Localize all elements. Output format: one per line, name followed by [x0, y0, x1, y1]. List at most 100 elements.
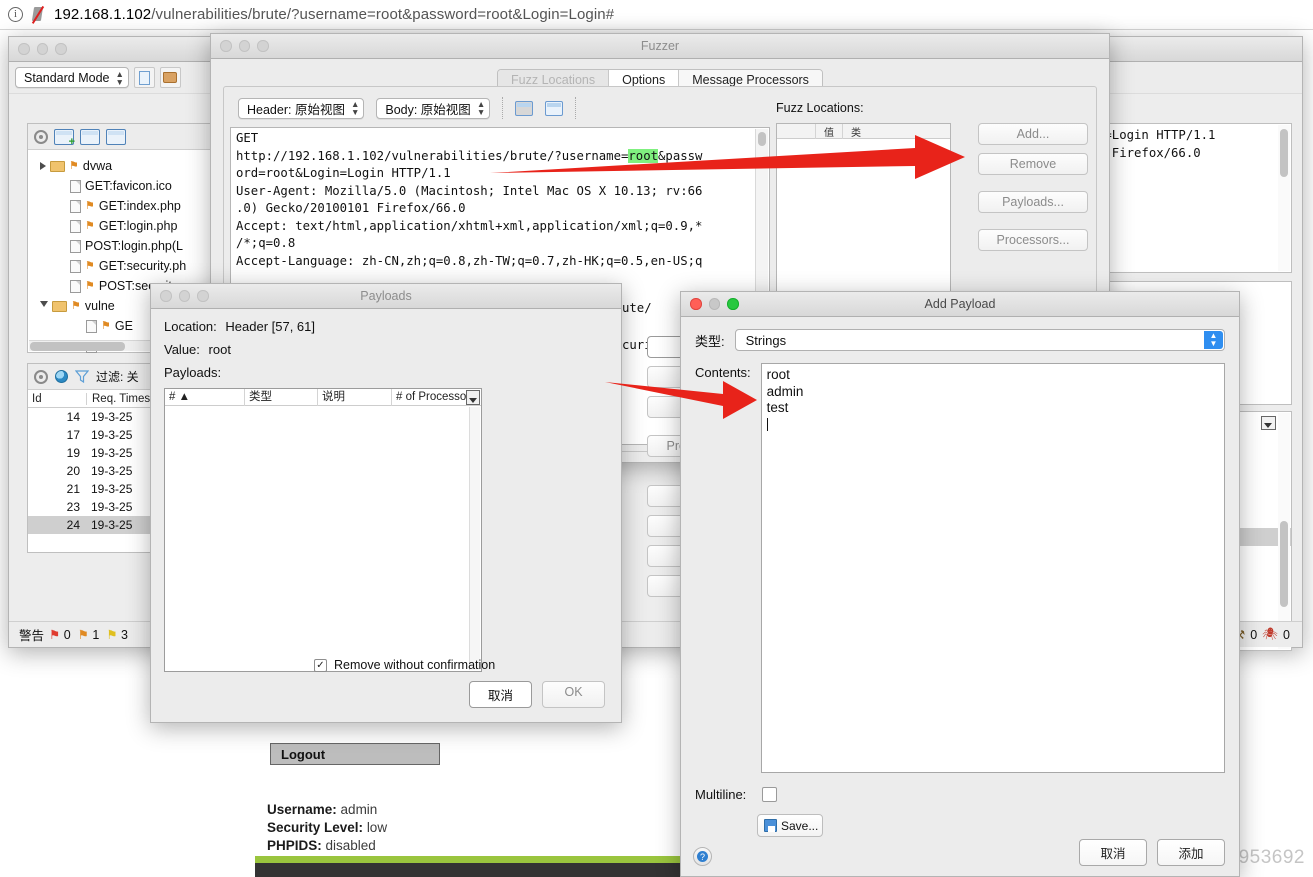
payloads-vscrollbar[interactable]: [469, 407, 480, 670]
close-button[interactable]: [690, 298, 702, 310]
url-domain: 192.168.1.102: [54, 6, 151, 23]
scroll-thumb[interactable]: [758, 132, 766, 146]
save-label: Save...: [781, 819, 818, 833]
add-button[interactable]: 添加: [1157, 839, 1225, 866]
payloads-table-header: # ▲ 类型 说明 # of Processors: [165, 389, 481, 406]
username-label: Username:: [267, 802, 337, 817]
header-view-select[interactable]: Header: 原始视图 ▲▼: [238, 98, 364, 119]
add-payload-window-controls[interactable]: [681, 298, 739, 310]
globe-icon[interactable]: [55, 370, 68, 383]
maximize-button[interactable]: [257, 40, 269, 52]
maximize-button[interactable]: [197, 290, 209, 302]
save-button[interactable]: Save...: [757, 814, 823, 837]
new-context-icon[interactable]: +: [54, 129, 74, 145]
ok-button[interactable]: OK: [542, 681, 605, 708]
payloads-button[interactable]: Payloads...: [978, 191, 1088, 213]
close-button[interactable]: [18, 43, 30, 55]
file-icon: [70, 280, 81, 293]
file-icon: [70, 220, 81, 233]
target-icon[interactable]: [34, 130, 48, 144]
request-line: 1 Firefox/66.0: [1097, 145, 1287, 163]
zap-window-controls[interactable]: [9, 43, 67, 55]
minimize-button[interactable]: [239, 40, 251, 52]
request-line: .0) Gecko/20100101 Firefox/66.0: [236, 200, 764, 218]
payloads-window-controls[interactable]: [151, 290, 209, 302]
add-button[interactable]: Add...: [978, 123, 1088, 145]
scroll-thumb[interactable]: [1280, 129, 1288, 177]
help-button[interactable]: ?: [693, 847, 712, 866]
scroll-thumb[interactable]: [1280, 521, 1288, 607]
payload-value-row: Value: root: [164, 342, 608, 357]
scroll-thumb[interactable]: [30, 342, 125, 351]
request-preview-text: n=Login HTTP/1.11 Firefox/66.0: [1093, 124, 1291, 165]
column-options-icon[interactable]: [1261, 416, 1276, 430]
green-divider: [255, 856, 685, 863]
body-view-select[interactable]: Body: 原始视图 ▲▼: [376, 98, 490, 119]
file-icon: [70, 240, 81, 253]
location-value: Header [57, 61]: [225, 319, 315, 334]
request-editor-text[interactable]: GEThttp://192.168.1.102/vulnerabilities/…: [231, 128, 769, 272]
maximize-button[interactable]: [727, 298, 739, 310]
request-line: n=Login HTTP/1.1: [1097, 127, 1287, 145]
security-label: Security Level:: [267, 820, 363, 835]
single-view-button[interactable]: [545, 101, 563, 116]
chevron-down-icon[interactable]: [40, 301, 48, 311]
chevron-updown-icon[interactable]: ▲▼: [1204, 331, 1223, 349]
payload-contents-textarea[interactable]: root admin test: [761, 363, 1225, 773]
flag-icon: ⚑: [69, 161, 79, 172]
payloads-footer[interactable]: 取消 OK: [469, 681, 605, 708]
minimize-button[interactable]: [179, 290, 191, 302]
maximize-button[interactable]: [55, 43, 67, 55]
value-label: Value:: [164, 342, 200, 357]
request-line: /*;q=0.8: [236, 235, 764, 253]
filter-label: 过滤: 关: [96, 368, 139, 385]
fuzzer-window-controls[interactable]: [211, 40, 269, 52]
minimize-button[interactable]: [709, 298, 721, 310]
text-caret: [767, 418, 768, 431]
filter-icon[interactable]: [75, 370, 89, 383]
url-text[interactable]: 192.168.1.102/vulnerabilities/brute/?use…: [54, 6, 614, 23]
flag-icon: ⚑: [85, 281, 95, 292]
export-icon[interactable]: [106, 129, 126, 145]
flag-icon: ⚑: [78, 628, 89, 642]
remove-confirm-label: Remove without confirmation: [334, 658, 495, 672]
minimize-button[interactable]: [37, 43, 49, 55]
target-icon[interactable]: [34, 370, 48, 384]
tree-item-label: GET:security.ph: [99, 259, 186, 273]
info-icon[interactable]: i: [8, 7, 23, 22]
scripts-vscrollbar[interactable]: [1278, 413, 1290, 649]
request-line: GET: [236, 130, 764, 148]
mode-select[interactable]: Standard Mode ▲▼: [15, 67, 129, 88]
phpids-label: PHPIDS:: [267, 838, 322, 853]
fuzz-locations-buttons[interactable]: Add... Remove Payloads... Processors...: [978, 123, 1090, 259]
close-button[interactable]: [220, 40, 232, 52]
import-icon[interactable]: [80, 129, 100, 145]
open-session-button[interactable]: [160, 67, 181, 88]
multiline-checkbox[interactable]: [762, 787, 777, 802]
new-session-button[interactable]: [134, 67, 155, 88]
url-path: /vulnerabilities/brute/?username=root&pa…: [151, 6, 614, 23]
cancel-button[interactable]: 取消: [1079, 839, 1147, 866]
close-button[interactable]: [160, 290, 172, 302]
payload-type-select[interactable]: Strings ▲▼: [735, 329, 1225, 351]
request-vscrollbar[interactable]: [1278, 125, 1290, 271]
hammer-count: 0: [1250, 628, 1257, 642]
split-view-button[interactable]: [515, 101, 533, 116]
cancel-button[interactable]: 取消: [469, 681, 532, 708]
remove-confirm-checkbox[interactable]: ✓: [314, 659, 327, 672]
column-options-icon[interactable]: [466, 390, 480, 405]
line-post: &passw: [658, 149, 702, 163]
chevron-right-icon[interactable]: [40, 162, 46, 170]
remove-button[interactable]: Remove: [978, 153, 1088, 175]
request-line: Accept: text/html,application/xhtml+xml,…: [236, 218, 764, 236]
add-payload-footer[interactable]: 取消 添加: [1079, 839, 1225, 866]
payloads-table[interactable]: # ▲ 类型 说明 # of Processors: [164, 388, 482, 672]
remove-confirm-row[interactable]: ✓ Remove without confirmation: [314, 658, 495, 672]
folder-icon: [50, 161, 65, 172]
spider-count: 0: [1283, 628, 1290, 642]
shield-slash-icon[interactable]: [30, 6, 47, 23]
processors-button[interactable]: Processors...: [978, 229, 1088, 251]
logout-button[interactable]: Logout: [270, 743, 440, 765]
username-value: admin: [341, 802, 378, 817]
chevron-updown-icon: ▲▼: [115, 70, 123, 86]
